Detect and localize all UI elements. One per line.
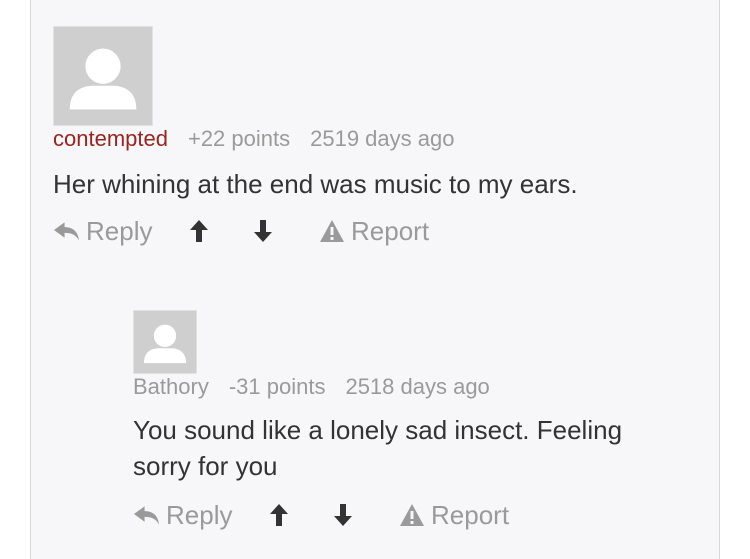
downvote-arrow-icon (254, 220, 272, 242)
reply-label: Reply (166, 499, 233, 530)
comment-meta: contempted +22 points 2519 days ago (53, 126, 474, 152)
report-button[interactable]: Report (399, 498, 509, 532)
warning-triangle-icon (400, 504, 424, 526)
report-button[interactable]: Report (319, 214, 429, 248)
comments-panel: contempted +22 points 2519 days ago Her wh… (30, 0, 720, 559)
comment-actions: Reply Report (133, 498, 693, 532)
comment-text: You sound like a lonely sad insect. Feel… (133, 415, 623, 481)
timestamp: 2518 days ago (345, 374, 490, 399)
warning-triangle-icon (320, 220, 344, 242)
username-link[interactable]: contempted (53, 126, 168, 151)
avatar-placeholder-icon (134, 311, 196, 373)
timestamp: 2519 days ago (310, 126, 455, 151)
reply-label: Reply (86, 215, 153, 246)
upvote-button[interactable] (187, 214, 211, 248)
reply-button[interactable]: Reply (133, 498, 232, 532)
comment-actions: Reply Report (53, 214, 693, 248)
points-count: +22 points (187, 126, 291, 151)
downvote-arrow-icon (334, 504, 352, 526)
avatar[interactable] (133, 310, 197, 374)
upvote-arrow-icon (270, 504, 288, 526)
report-label: Report (431, 499, 510, 530)
avatar[interactable] (53, 26, 153, 126)
downvote-button[interactable] (251, 214, 275, 248)
upvote-button[interactable] (267, 498, 291, 532)
avatar-placeholder-icon (54, 27, 152, 125)
comment-text: Her whining at the end was music to my e… (53, 169, 578, 199)
points-count: -31 points (228, 374, 326, 399)
downvote-button[interactable] (331, 498, 355, 532)
reply-button[interactable]: Reply (53, 214, 152, 248)
reply-arrow-icon (133, 506, 160, 525)
username-link[interactable]: Bathory (133, 374, 209, 399)
report-label: Report (351, 215, 430, 246)
reply-arrow-icon (53, 222, 80, 241)
upvote-arrow-icon (190, 220, 208, 242)
comment: contempted +22 points 2519 days ago Her wh… (53, 26, 693, 256)
comment-reply: Bathory -31 points 2518 days ago You sound… (133, 310, 693, 540)
comment-meta: Bathory -31 points 2518 days ago (133, 374, 510, 400)
